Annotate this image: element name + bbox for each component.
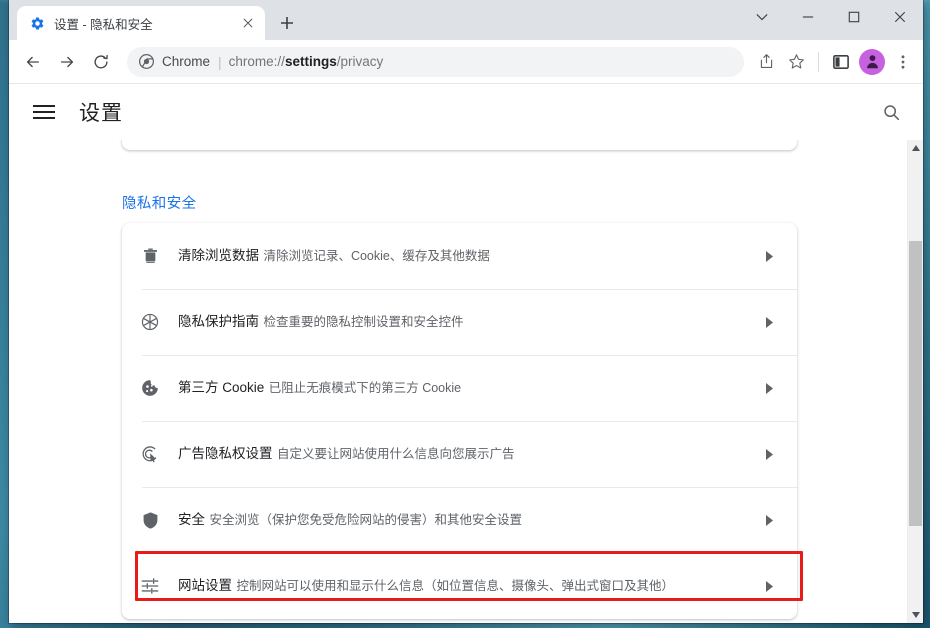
chevron-right-icon[interactable] (757, 316, 781, 328)
browser-toolbar: Chrome | chrome://settings/privacy (9, 40, 923, 84)
settings-row-text: 网站设置 控制网站可以使用和显示什么信息（如位置信息、摄像头、弹出式窗口及其他） (178, 576, 757, 596)
settings-row-title: 安全 (178, 512, 205, 527)
settings-row-title: 网站设置 (178, 578, 232, 593)
omnibox-chip-label: Chrome (162, 54, 211, 69)
settings-row-site-settings[interactable]: 网站设置 控制网站可以使用和显示什么信息（如位置信息、摄像头、弹出式窗口及其他） (122, 551, 803, 619)
maximize-button[interactable] (831, 0, 877, 34)
url-bold-part: settings (284, 54, 337, 69)
settings-row-subtitle: 自定义要让网站使用什么信息向您展示广告 (276, 447, 515, 461)
settings-row-ad-privacy[interactable]: 广告隐私权设置 自定义要让网站使用什么信息向您展示广告 (122, 421, 797, 487)
settings-row-third-party-cookies[interactable]: 第三方 Cookie 已阻止无痕模式下的第三方 Cookie (122, 355, 797, 421)
settings-row-text: 安全 安全浏览（保护您免受危险网站的侵害）和其他安全设置 (178, 510, 757, 530)
settings-content-area: 隐私和安全 清除浏览数据 清除浏览记录、Cookie、缓存及其他数据 隐私保护指… (9, 140, 923, 623)
window-controls (739, 0, 923, 34)
browser-tab-settings[interactable]: 设置 - 隐私和安全 (17, 6, 265, 40)
settings-row-title: 第三方 Cookie (178, 380, 265, 395)
share-icon[interactable] (752, 48, 780, 76)
menu-bar-3 (33, 117, 55, 119)
settings-row-subtitle: 清除浏览记录、Cookie、缓存及其他数据 (263, 249, 490, 263)
profile-avatar[interactable] (859, 48, 885, 75)
settings-row-text: 清除浏览数据 清除浏览记录、Cookie、缓存及其他数据 (178, 246, 757, 266)
chrome-logo-icon (138, 54, 154, 70)
menu-icon[interactable] (33, 100, 57, 124)
settings-row-security[interactable]: 安全 安全浏览（保护您免受危险网站的侵害）和其他安全设置 (122, 487, 797, 553)
close-window-button[interactable] (877, 0, 923, 34)
tab-title: 设置 - 隐私和安全 (54, 17, 153, 32)
section-heading-privacy: 隐私和安全 (122, 196, 197, 212)
settings-scroll-region: 隐私和安全 清除浏览数据 清除浏览记录、Cookie、缓存及其他数据 隐私保护指… (9, 140, 907, 623)
settings-row-text: 隐私保护指南 检查重要的隐私控制设置和安全控件 (178, 312, 757, 332)
settings-header: 设置 (9, 84, 923, 140)
scroll-up-button[interactable] (908, 140, 924, 156)
omnibox-url: chrome://settings/privacy (229, 54, 384, 69)
reload-button[interactable] (85, 46, 117, 78)
scrollbar-thumb[interactable] (909, 241, 922, 526)
ad-privacy-icon (122, 444, 178, 464)
chevron-right-icon[interactable] (757, 448, 781, 460)
forward-button[interactable] (51, 46, 83, 78)
previous-section-card-partial (122, 140, 797, 150)
settings-row-subtitle: 已阻止无痕模式下的第三方 Cookie (268, 381, 462, 395)
browser-window: 设置 - 隐私和安全 Chrome | chrome://settings/pr… (9, 0, 923, 623)
tune-icon (122, 576, 178, 596)
settings-row-subtitle: 检查重要的隐私控制设置和安全控件 (263, 315, 464, 329)
tab-strip: 设置 - 隐私和安全 (9, 0, 923, 40)
menu-bar-1 (33, 105, 55, 107)
omnibox-separator: | (218, 53, 222, 70)
address-bar[interactable]: Chrome | chrome://settings/privacy (127, 46, 744, 77)
minimize-button[interactable] (785, 0, 831, 34)
settings-row-privacy-guide[interactable]: 隐私保护指南 检查重要的隐私控制设置和安全控件 (122, 289, 797, 355)
chevron-right-icon[interactable] (757, 382, 781, 394)
scrollbar-track[interactable] (908, 156, 923, 607)
chevron-right-icon[interactable] (757, 250, 781, 262)
menu-bar-2 (33, 111, 55, 113)
gear-icon (29, 15, 45, 31)
url-suffix: /privacy (336, 54, 384, 69)
url-prefix: chrome:// (228, 54, 285, 69)
search-icon[interactable] (877, 98, 905, 126)
chevron-right-icon[interactable] (757, 514, 781, 526)
vertical-scrollbar[interactable] (907, 140, 923, 623)
settings-row-title: 清除浏览数据 (178, 248, 259, 263)
shield-icon (122, 511, 178, 530)
chevron-right-icon[interactable] (757, 580, 781, 592)
new-tab-button[interactable] (273, 9, 301, 37)
back-button[interactable] (17, 46, 49, 78)
settings-row-text: 广告隐私权设置 自定义要让网站使用什么信息向您展示广告 (178, 444, 757, 464)
settings-row-title: 广告隐私权设置 (178, 446, 273, 461)
page-title: 设置 (79, 102, 123, 125)
settings-row-subtitle: 控制网站可以使用和显示什么信息（如位置信息、摄像头、弹出式窗口及其他） (236, 579, 674, 593)
settings-row-subtitle: 安全浏览（保护您免受危险网站的侵害）和其他安全设置 (209, 513, 522, 527)
scroll-down-button[interactable] (908, 607, 924, 623)
privacy-settings-card: 清除浏览数据 清除浏览记录、Cookie、缓存及其他数据 隐私保护指南 检查重要… (122, 223, 803, 619)
star-icon[interactable] (782, 48, 810, 76)
trash-icon (122, 247, 178, 266)
settings-row-title: 隐私保护指南 (178, 314, 259, 329)
close-icon[interactable] (239, 14, 257, 32)
privacy-guide-icon (122, 312, 178, 332)
tab-search-button[interactable] (739, 0, 785, 34)
side-panel-icon[interactable] (827, 48, 855, 76)
settings-row-clear-browsing-data[interactable]: 清除浏览数据 清除浏览记录、Cookie、缓存及其他数据 (122, 223, 797, 289)
browser-menu-button[interactable] (889, 48, 917, 76)
settings-row-text: 第三方 Cookie 已阻止无痕模式下的第三方 Cookie (178, 378, 757, 398)
cookie-icon (122, 378, 178, 398)
toolbar-divider (818, 51, 819, 72)
